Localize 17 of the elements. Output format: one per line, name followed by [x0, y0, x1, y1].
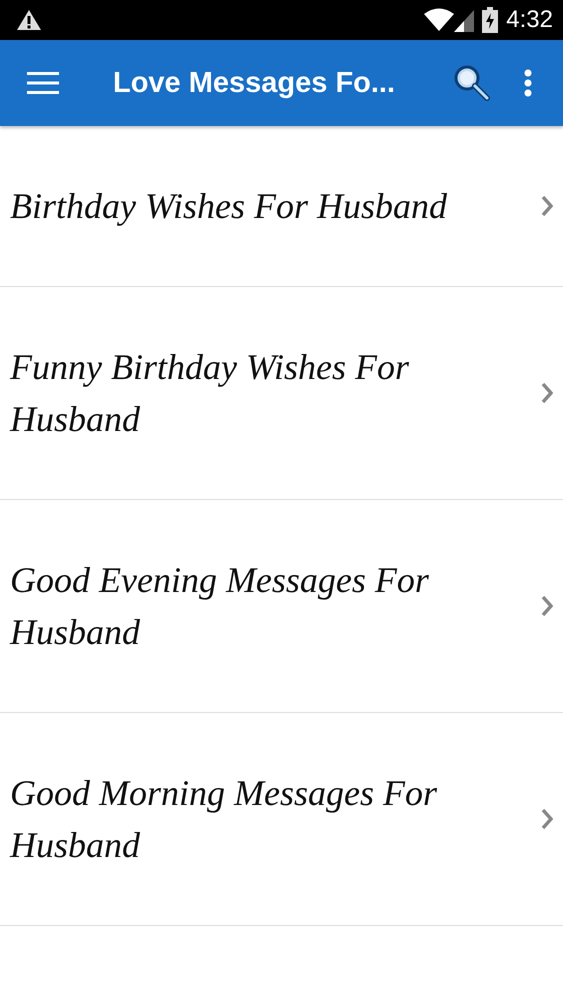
battery-icon: [482, 7, 498, 33]
status-time: 4:32: [506, 6, 553, 34]
list-item[interactable]: Birthday Wishes For Husband: [0, 126, 563, 287]
list-item[interactable]: Good Evening Messages For Husband: [0, 500, 563, 713]
list-item[interactable]: Good Morning Messages For Husband: [0, 713, 563, 926]
chevron-right-icon: [541, 382, 553, 404]
chevron-right-icon: [541, 808, 553, 830]
signal-icon: [454, 8, 474, 32]
chevron-right-icon: [541, 595, 553, 617]
more-options-icon: [524, 69, 532, 97]
chevron-right-icon: [541, 195, 553, 217]
app-title: Love Messages Fo...: [113, 66, 396, 100]
search-icon: [453, 64, 491, 102]
list-item[interactable]: Funny Birthday Wishes For Husband: [0, 287, 563, 500]
wifi-icon: [424, 8, 454, 32]
menu-icon: [27, 72, 59, 94]
warning-icon: [16, 9, 42, 31]
